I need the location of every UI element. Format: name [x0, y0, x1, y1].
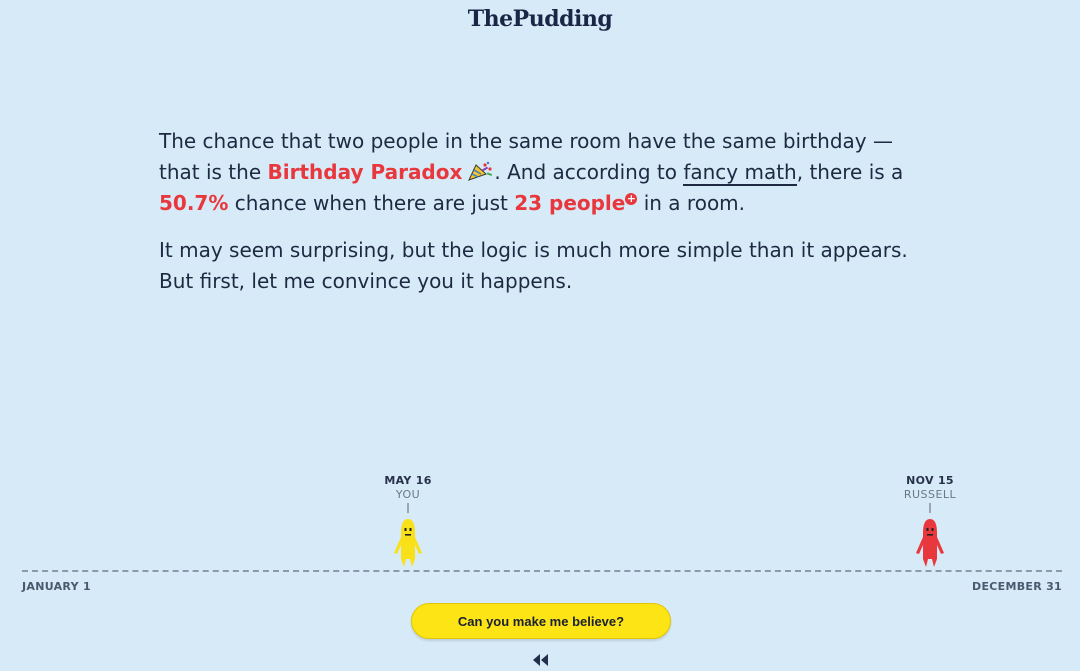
- party-popper-icon: [466, 160, 494, 182]
- intro-paragraph-1: The chance that two people in the same r…: [159, 126, 939, 219]
- p1-text-c: , there is a: [796, 160, 904, 184]
- birthday-paradox-highlight: Birthday Paradox: [267, 160, 463, 184]
- p1-text-d: chance when there are just: [228, 191, 515, 215]
- person-name: YOU: [395, 488, 421, 501]
- person-tick: [929, 503, 931, 513]
- person-tick: [407, 503, 409, 513]
- character-yellow-icon[interactable]: [391, 515, 425, 569]
- fancy-math-link[interactable]: fancy math: [683, 160, 797, 186]
- intro-paragraph-2: It may seem surprising, but the logic is…: [159, 238, 908, 293]
- intro-text: The chance that two people in the same r…: [159, 126, 939, 313]
- person-date: NOV 15: [906, 474, 954, 487]
- make-me-believe-button[interactable]: Can you make me believe?: [411, 603, 671, 639]
- timeline-end-label: DECEMBER 31: [972, 580, 1062, 593]
- p1-text-e: in a room.: [637, 191, 746, 215]
- person-name: RUSSELL: [903, 488, 957, 501]
- percent-highlight: 50.7%: [159, 191, 229, 215]
- plus-circle-icon[interactable]: +: [625, 193, 638, 205]
- timeline-start-label: JANUARY 1: [22, 580, 91, 593]
- pudding-logo[interactable]: ThePudding: [0, 6, 1080, 32]
- p1-text-b: . And according to: [494, 160, 684, 184]
- rewind-icon[interactable]: [532, 652, 550, 666]
- person-russell: NOV 15 RUSSELL: [890, 474, 970, 569]
- timeline-axis: [22, 570, 1062, 572]
- person-date: MAY 16: [384, 474, 432, 487]
- person-you: MAY 16 YOU: [368, 474, 448, 569]
- people-count-highlight: 23 people: [514, 191, 626, 215]
- character-red-icon[interactable]: [913, 515, 947, 569]
